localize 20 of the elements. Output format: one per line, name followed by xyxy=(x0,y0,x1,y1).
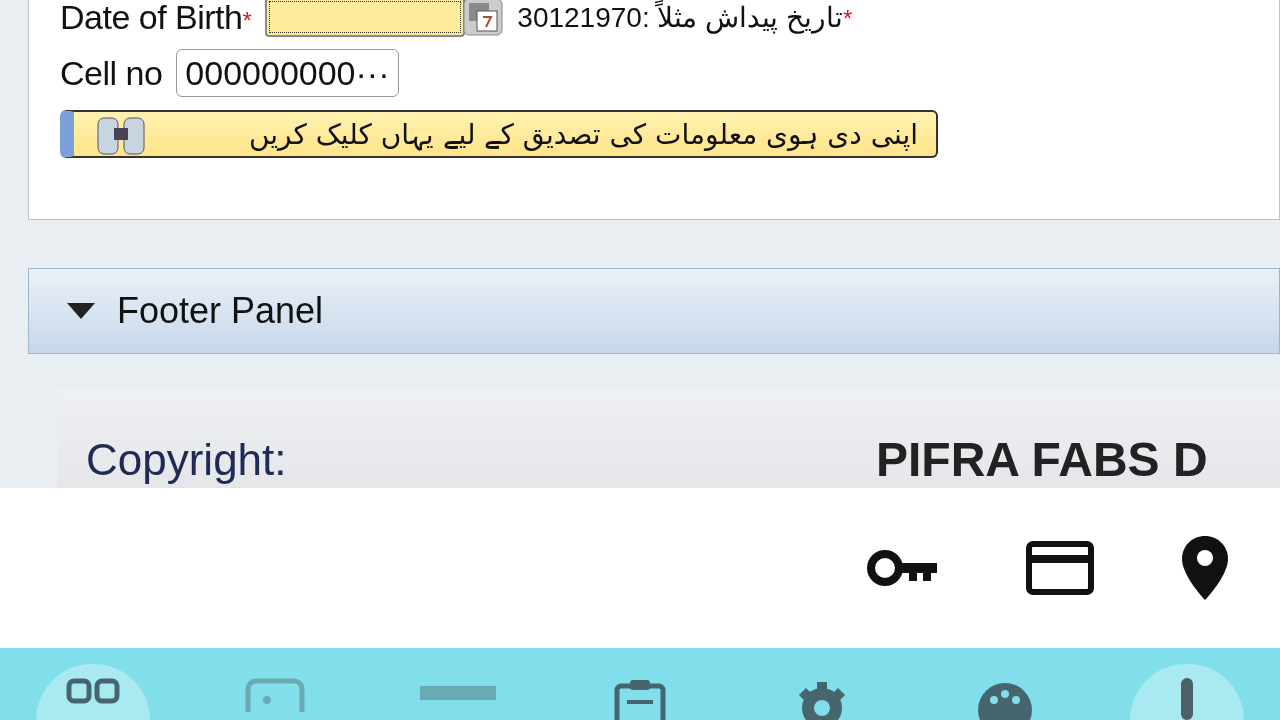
clipboard-icon xyxy=(613,678,667,720)
date-format-hint: * تاریخ پیداش مثلاً :30121970 xyxy=(517,0,853,34)
footer-panel-header[interactable]: Footer Panel xyxy=(28,268,1280,354)
sticker-icon xyxy=(245,678,306,712)
field-label: Cell no xyxy=(60,53,163,93)
toolbar-button[interactable] xyxy=(866,548,940,588)
calendar-icon[interactable] xyxy=(463,0,504,37)
date-field[interactable] xyxy=(265,0,466,37)
copyright-owner: PIFRA FABS D xyxy=(876,432,1208,488)
cell-number-field[interactable]: 000000000··· xyxy=(176,49,399,97)
location-pin-icon xyxy=(1180,534,1230,602)
toolbar-button[interactable] xyxy=(1026,541,1094,595)
verify-button[interactable]: اپنی دی ہوی معلومات کی تصدیق کے لیے یہاں کلیک کریں xyxy=(60,110,938,158)
toolbar-button[interactable] xyxy=(1180,534,1230,602)
grid-icon xyxy=(66,678,120,706)
panel-title: Footer Panel xyxy=(117,290,324,332)
field-label: Date of Birth* xyxy=(60,0,252,37)
card-icon xyxy=(1026,541,1094,595)
copyright-label: Copyright: xyxy=(86,434,288,486)
key-icon xyxy=(866,548,940,588)
